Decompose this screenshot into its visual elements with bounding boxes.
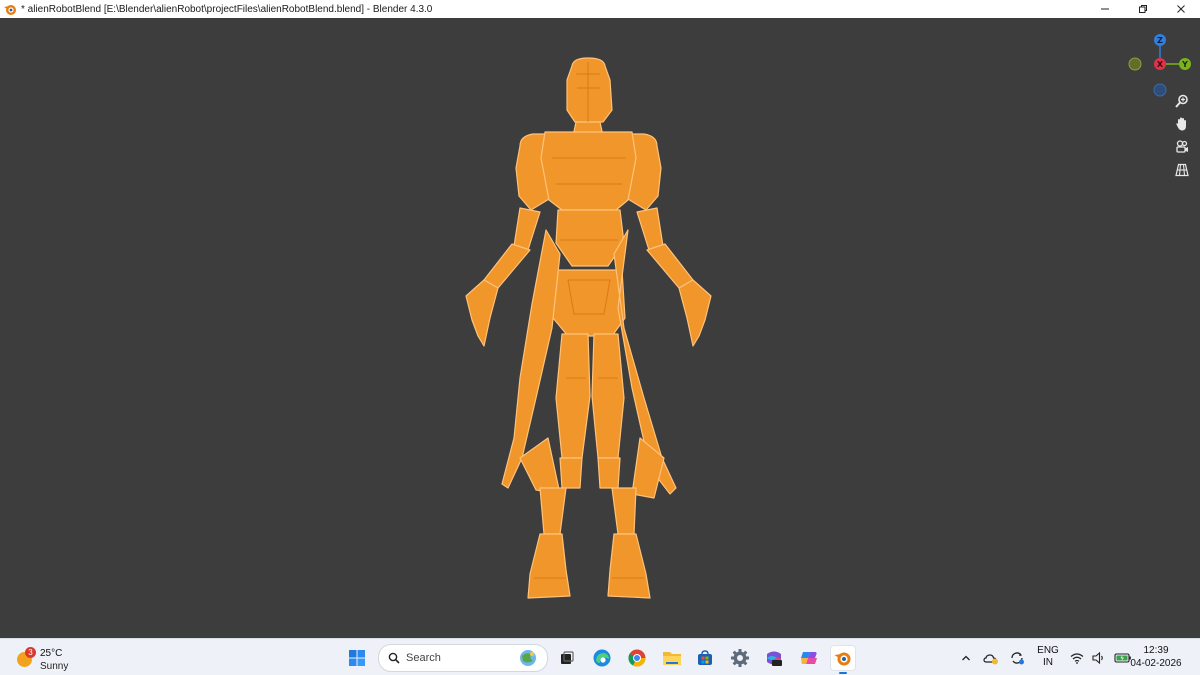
language-indicator[interactable]: ENG IN xyxy=(1036,645,1060,669)
blender-logo-icon xyxy=(4,5,16,15)
svg-text:Y: Y xyxy=(1181,60,1188,69)
weather-badge: 3 xyxy=(25,647,36,658)
settings-button[interactable] xyxy=(727,645,753,671)
window-title: * alienRobotBlend [E:\Blender\alienRobot… xyxy=(21,3,433,15)
gizmo-z-axis[interactable]: Z xyxy=(1154,34,1166,46)
screen: * alienRobotBlend [E:\Blender\alienRobot… xyxy=(0,0,1200,675)
windows-taskbar: 3 25°C Sunny Search ENG IN 12:39 04-02-2… xyxy=(0,638,1200,675)
weather-temperature: 25°C xyxy=(40,648,63,659)
minimize-button[interactable] xyxy=(1086,0,1124,18)
camera-icon xyxy=(1176,140,1188,153)
copilot-button[interactable] xyxy=(796,645,822,671)
camera-view-button[interactable] xyxy=(1171,136,1193,158)
search-icon xyxy=(388,652,400,664)
clock-time: 12:39 xyxy=(1143,645,1169,656)
windows-start-icon xyxy=(349,650,365,666)
search-highlight-icon xyxy=(520,650,536,666)
blender-icon xyxy=(834,652,851,666)
svg-text:Z: Z xyxy=(1157,36,1163,45)
chevron-up-icon xyxy=(962,655,970,661)
close-button[interactable] xyxy=(1162,0,1200,18)
file-explorer-icon xyxy=(663,652,681,665)
zoom-tool-button[interactable] xyxy=(1171,90,1193,112)
edge-button[interactable] xyxy=(589,645,615,671)
title-bar: * alienRobotBlend [E:\Blender\alienRobot… xyxy=(0,0,1200,18)
m365-button[interactable] xyxy=(761,645,787,671)
store-icon xyxy=(698,650,712,665)
sync-status-button[interactable] xyxy=(1006,645,1028,671)
hand-icon xyxy=(1176,117,1186,131)
settings-icon xyxy=(731,649,749,667)
start-button[interactable] xyxy=(344,645,370,671)
restore-icon xyxy=(1139,5,1147,13)
search-placeholder: Search xyxy=(406,652,441,664)
show-hidden-icons-button[interactable] xyxy=(956,645,976,671)
pan-tool-button[interactable] xyxy=(1171,113,1193,135)
minimize-icon xyxy=(1101,8,1109,10)
gizmo-y-axis[interactable]: Y xyxy=(1179,58,1191,70)
restore-button[interactable] xyxy=(1124,0,1162,18)
m365-icon xyxy=(767,651,782,666)
close-icon xyxy=(1177,5,1185,13)
copilot-icon xyxy=(801,652,817,664)
keyboard-region: IN xyxy=(1043,657,1053,668)
wifi-icon xyxy=(1070,653,1084,664)
perspective-toggle-button[interactable] xyxy=(1171,159,1193,181)
sync-icon xyxy=(1011,652,1024,665)
weather-widget[interactable]: 3 25°C Sunny xyxy=(14,643,84,673)
onedrive-button[interactable] xyxy=(980,645,1002,671)
cloud-sync-icon xyxy=(983,654,998,665)
svg-text:X: X xyxy=(1157,60,1164,69)
gizmo-x-axis[interactable]: X xyxy=(1154,58,1166,70)
clock-date: 04-02-2026 xyxy=(1130,658,1182,669)
task-view-button[interactable] xyxy=(554,645,580,671)
store-button[interactable] xyxy=(692,645,718,671)
task-view-icon xyxy=(561,651,574,664)
language-code: ENG xyxy=(1037,645,1059,656)
3d-viewport[interactable]: Z Y X xyxy=(0,18,1200,638)
taskbar-search-box[interactable]: Search xyxy=(378,644,548,672)
chrome-button[interactable] xyxy=(624,645,650,671)
window-controls xyxy=(1086,0,1200,18)
blender-taskbar-button[interactable] xyxy=(830,645,856,674)
file-explorer-button[interactable] xyxy=(659,645,685,671)
zoom-icon xyxy=(1175,94,1188,108)
chrome-icon xyxy=(628,649,646,667)
robot-model[interactable] xyxy=(0,18,1200,638)
grid-icon xyxy=(1175,163,1189,177)
weather-condition: Sunny xyxy=(40,661,69,672)
taskbar-clock[interactable]: 12:39 04-02-2026 xyxy=(1126,644,1186,670)
volume-icon xyxy=(1092,652,1103,664)
edge-icon xyxy=(593,649,611,667)
